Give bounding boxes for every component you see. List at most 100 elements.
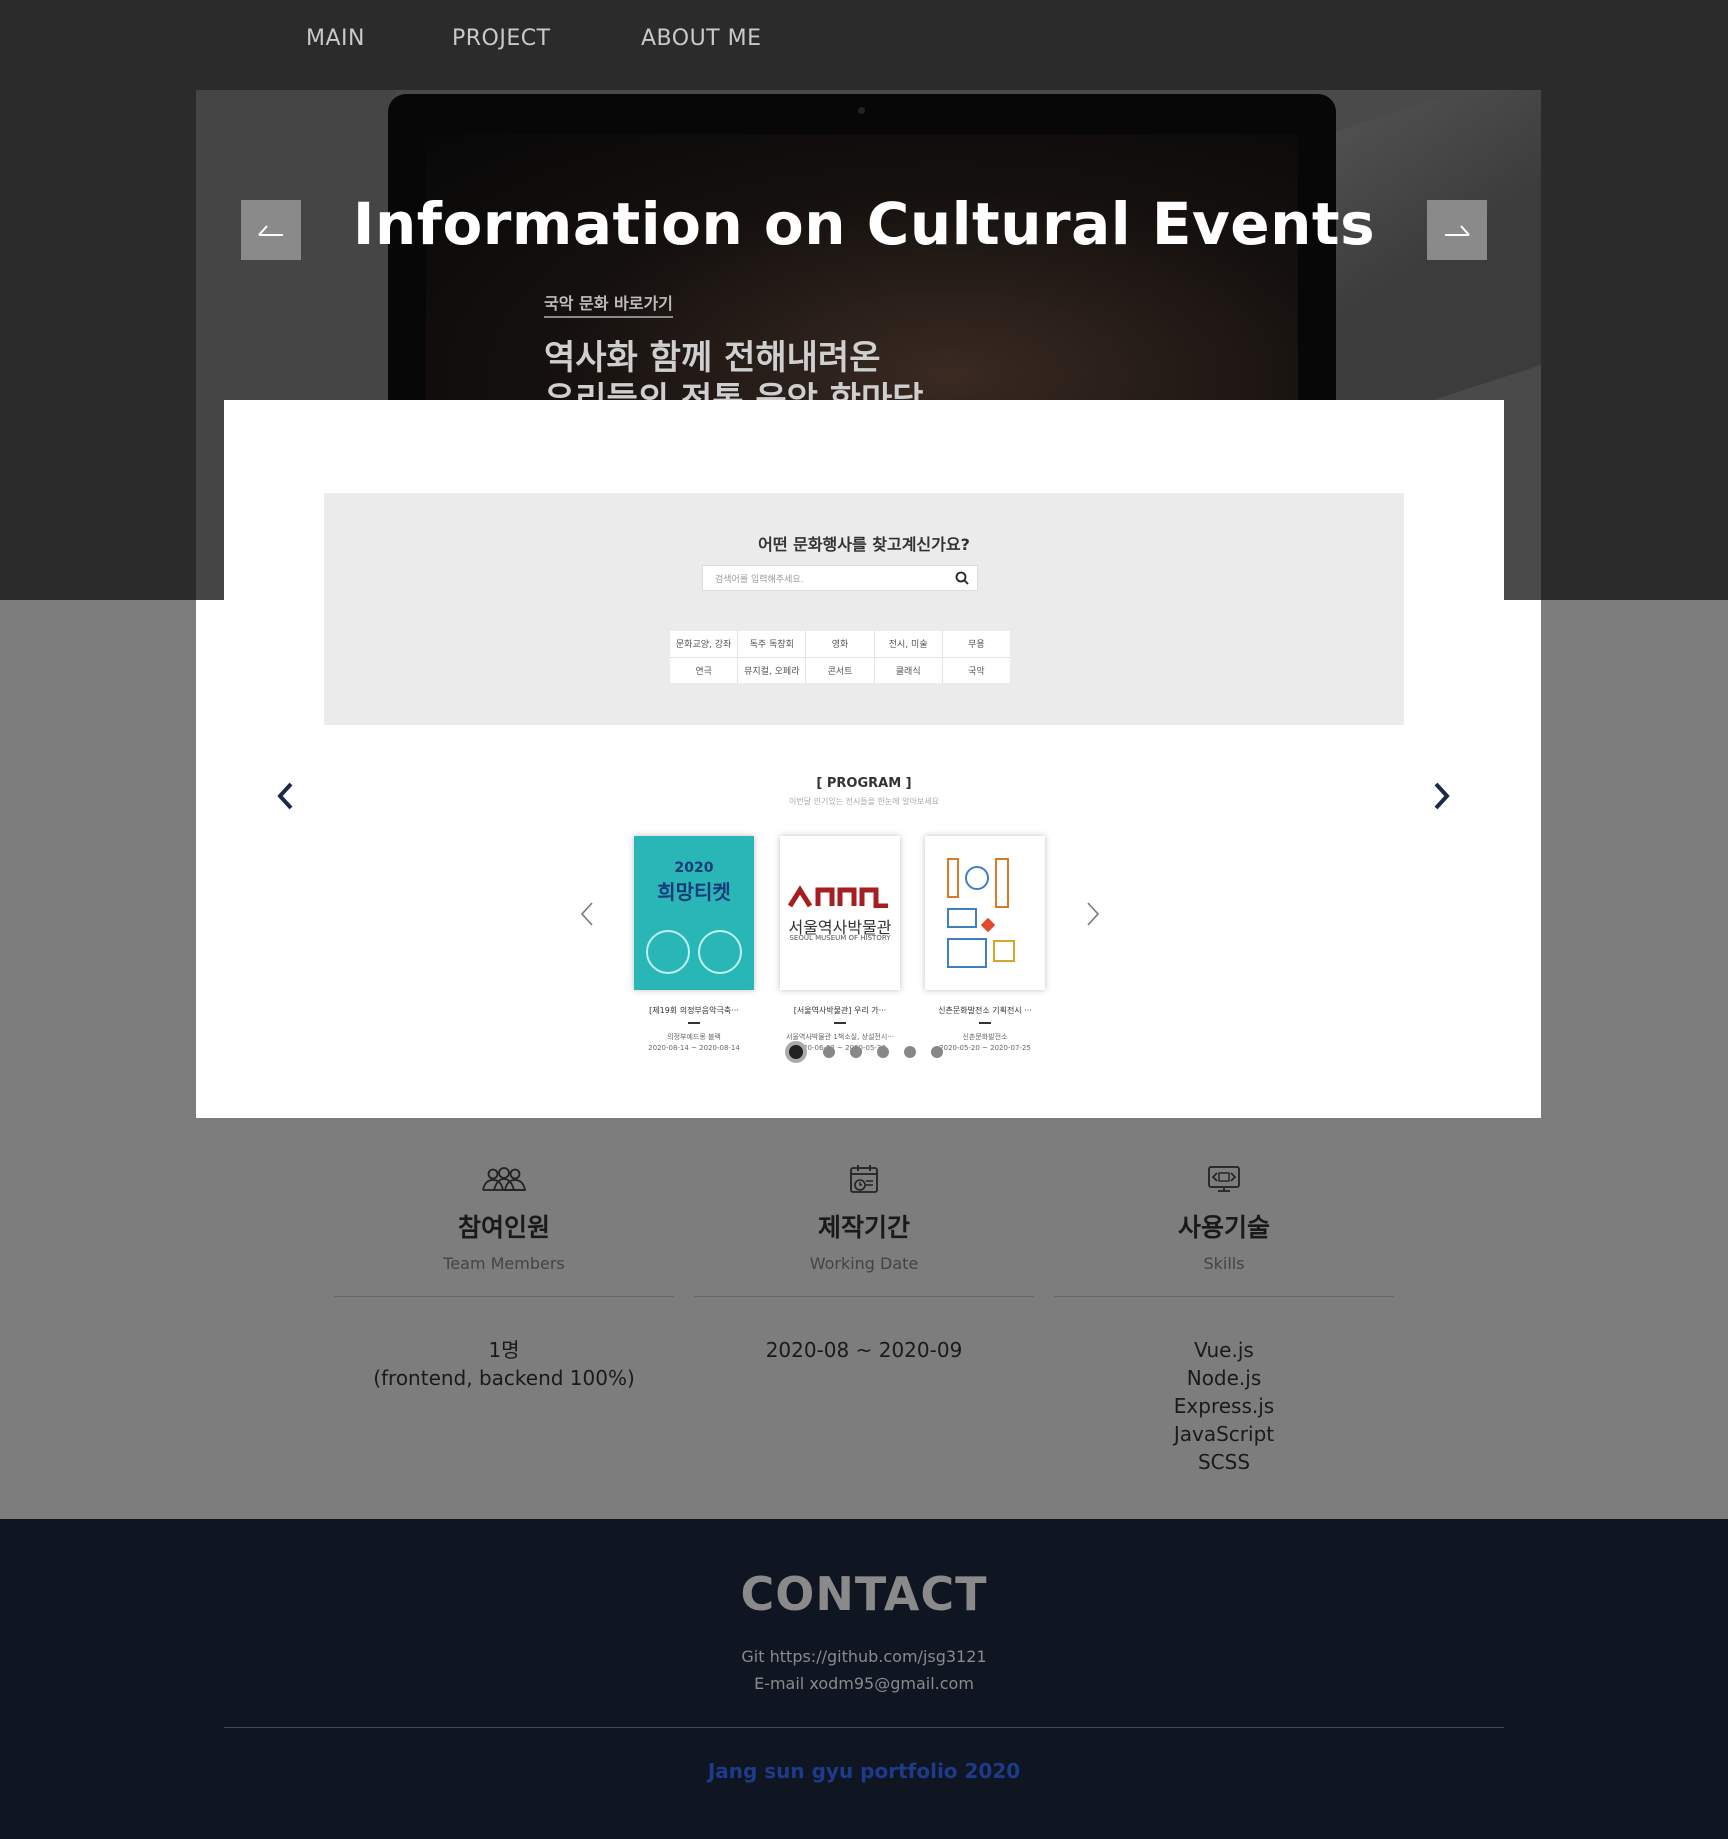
- poster-shape: [965, 866, 989, 890]
- category-item[interactable]: 콘서트: [806, 657, 874, 683]
- arrow-right-icon: [1445, 225, 1470, 236]
- program-next-button[interactable]: [1086, 900, 1100, 935]
- poster-divider: [688, 1022, 700, 1024]
- chevron-left-icon: [580, 902, 593, 926]
- program-subtitle: 이번달 인기있는 전시들을 한눈에 알아보세요: [788, 797, 939, 806]
- contact-email: E-mail xodm95@gmail.com: [0, 1674, 1728, 1693]
- pager-dot[interactable]: [904, 1046, 916, 1058]
- footer-divider: [224, 1727, 1504, 1728]
- info-value: 1명 (frontend, backend 100%): [334, 1336, 674, 1392]
- info-subtitle: Team Members: [443, 1254, 565, 1273]
- info-title: 제작기간: [817, 1213, 910, 1242]
- search-heading: 어떤 문화행사를 찾고계신가요?: [758, 535, 970, 554]
- category-grid: 문화교양, 강좌 독주 독창회 영화 전시, 미술 무용 연극 뮤지컬, 오페라…: [670, 631, 1010, 683]
- poster-meta: 의정부예드몽 블랙 2020-08-14 ~ 2020-08-14: [624, 1032, 764, 1054]
- hero-next-button[interactable]: [1427, 200, 1487, 260]
- info-title: 참여인원: [457, 1213, 550, 1242]
- nav-main[interactable]: MAIN: [306, 26, 365, 51]
- pager-dot[interactable]: [823, 1046, 835, 1058]
- team-icon: [480, 1160, 528, 1198]
- program-poster-2[interactable]: 서울역사박물관 SEOUL MUSEUM OF HISTORY: [780, 836, 900, 990]
- nav-project[interactable]: PROJECT: [452, 26, 551, 51]
- info-subtitle: Skills: [1203, 1254, 1245, 1273]
- category-item[interactable]: 무용: [942, 631, 1010, 657]
- poster-shape: [993, 940, 1015, 962]
- arrow-left-icon: [258, 225, 283, 236]
- contact-footer: CONTACT Git https://github.com/jsg3121 E…: [0, 1519, 1728, 1839]
- info-value-line: Vue.js: [1194, 1338, 1254, 1362]
- program-title: [ PROGRAM ]: [816, 776, 912, 791]
- poster-shape: [995, 858, 1009, 908]
- info-divider: [1054, 1296, 1394, 1297]
- calendar-icon: [840, 1160, 888, 1198]
- poster-venue: 의정부예드몽 블랙: [667, 1033, 721, 1041]
- search-input[interactable]: 검색어를 입력해주세요.: [702, 565, 978, 591]
- info-value: Vue.js Node.js Express.js JavaScript SCS…: [1054, 1336, 1394, 1476]
- search-icon[interactable]: [955, 571, 969, 585]
- info-value-line: (frontend, backend 100%): [373, 1366, 635, 1390]
- info-team: 참여인원 Team Members: [334, 1160, 674, 1273]
- poster-caption: [제19회 의정부음악극축···: [649, 1006, 739, 1015]
- info-value-line: 1명: [488, 1338, 520, 1362]
- nav-about-me[interactable]: ABOUT ME: [641, 26, 762, 51]
- search-section: 어떤 문화행사를 찾고계신가요? 검색어를 입력해주세요. 문화교양, 강좌 독…: [324, 493, 1404, 725]
- laptop-mockup: 국악 문화 바로가기 역사화 함께 전해내려온 우리들의 전통 음악 한마당: [388, 94, 1336, 424]
- poster-shape: [947, 908, 977, 928]
- info-divider: [334, 1296, 674, 1297]
- category-item[interactable]: 독주 독창회: [738, 631, 806, 657]
- info-value-line: SCSS: [1197, 1450, 1251, 1474]
- program-poster-1[interactable]: 2020 희망티켓: [634, 836, 754, 990]
- footer-copyright: Jang sun gyu portfolio 2020: [707, 1759, 1021, 1783]
- poster-title: 희망티켓: [657, 880, 731, 904]
- poster-caption: 신촌문화발전소 기획전시 ···: [938, 1006, 1032, 1015]
- hero-prev-button[interactable]: [241, 200, 301, 260]
- info-value-line: Node.js: [1186, 1366, 1262, 1390]
- git-link[interactable]: https://github.com/jsg3121: [770, 1647, 987, 1666]
- info-subtitle: Working Date: [809, 1254, 919, 1273]
- git-label: Git: [741, 1647, 765, 1666]
- pager-dot[interactable]: [785, 1041, 807, 1063]
- category-item[interactable]: 뮤지컬, 오페라: [738, 657, 806, 683]
- info-value-line: 2020-08 ~ 2020-09: [765, 1338, 963, 1362]
- category-item[interactable]: 영화: [806, 631, 874, 657]
- info-working-date: 제작기간 Working Date: [694, 1160, 1034, 1273]
- email-label: E-mail: [754, 1674, 805, 1693]
- search-placeholder: 검색어를 입력해주세요.: [715, 575, 804, 585]
- chevron-right-icon: [1087, 902, 1100, 926]
- poster-venue: 신촌문화발전소: [962, 1033, 1008, 1041]
- info-skills: 사용기술 Skills: [1054, 1160, 1394, 1273]
- category-item[interactable]: 클래식: [874, 657, 942, 683]
- info-value-line: JavaScript: [1173, 1422, 1275, 1446]
- info-divider: [694, 1296, 1034, 1297]
- poster-divider: [834, 1022, 846, 1024]
- category-item[interactable]: 국악: [942, 657, 1010, 683]
- category-item[interactable]: 연극: [670, 657, 738, 683]
- poster-caption: [서울역사박물관] 우리 가···: [793, 1006, 887, 1015]
- info-value: 2020-08 ~ 2020-09: [694, 1336, 1034, 1364]
- museum-logo: [788, 885, 888, 908]
- screen-link: 국악 문화 바로가기: [544, 290, 673, 318]
- pager-dot[interactable]: [850, 1046, 862, 1058]
- poster-circle: [698, 930, 742, 974]
- laptop-camera: [858, 107, 865, 114]
- poster-shape: [980, 917, 996, 933]
- poster-shape: [947, 938, 987, 968]
- category-item[interactable]: 전시, 미술: [874, 631, 942, 657]
- poster-year: 2020: [674, 860, 714, 876]
- category-item[interactable]: 문화교양, 강좌: [670, 631, 738, 657]
- code-icon: [1200, 1160, 1248, 1198]
- contact-git: Git https://github.com/jsg3121: [0, 1647, 1728, 1666]
- email-link[interactable]: xodm95@gmail.com: [809, 1674, 974, 1693]
- poster-shape: [947, 858, 959, 898]
- poster-circle: [646, 930, 690, 974]
- pager-dot[interactable]: [877, 1046, 889, 1058]
- program-poster-3[interactable]: [925, 836, 1045, 990]
- program-prev-button[interactable]: [580, 900, 594, 935]
- pager-dot[interactable]: [931, 1046, 943, 1058]
- poster-museum-eng: SEOUL MUSEUM OF HISTORY: [789, 934, 891, 942]
- info-title: 사용기술: [1177, 1213, 1270, 1242]
- top-nav: MAIN PROJECT ABOUT ME: [0, 0, 1728, 90]
- contact-title: CONTACT: [740, 1567, 988, 1621]
- poster-divider: [979, 1022, 991, 1024]
- poster-dates: 2020-08-14 ~ 2020-08-14: [648, 1044, 740, 1052]
